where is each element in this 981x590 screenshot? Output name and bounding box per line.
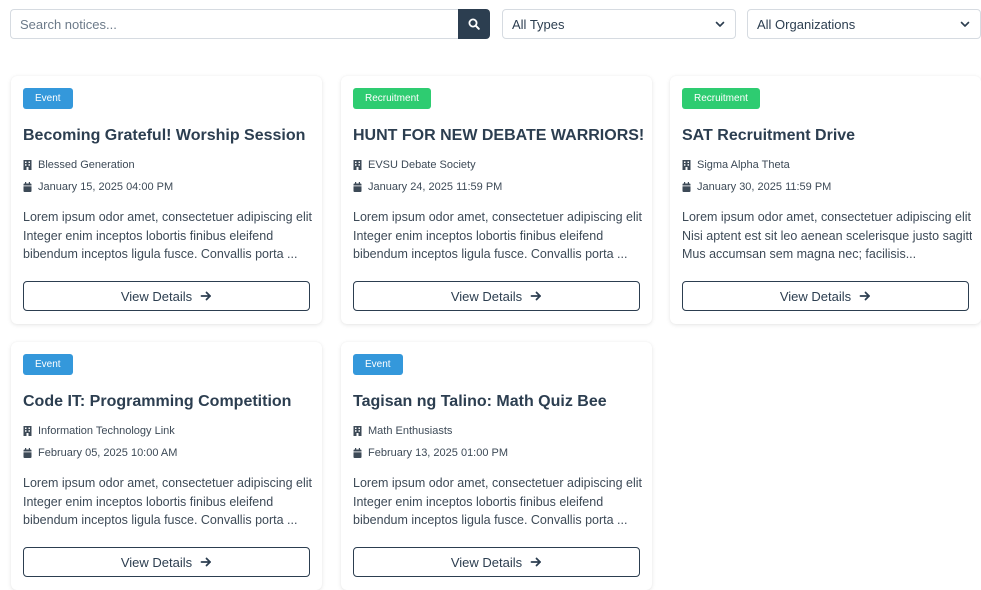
notice-organization-text: Sigma Alpha Theta — [697, 159, 790, 171]
notice-organization: Blessed Generation — [23, 159, 135, 171]
notice-date-text: February 05, 2025 10:00 AM — [38, 447, 178, 459]
notice-description-line: Integer enim inceptos lobortis finibus e… — [23, 228, 274, 243]
organization-filter-value: All Organizations — [757, 16, 856, 32]
notice-card: Recruitment HUNT FOR NEW DEBATE WARRIORS… — [341, 76, 652, 324]
building-icon — [23, 160, 32, 170]
calendar-icon — [353, 448, 362, 458]
notice-description-line: Lorem ipsum odor amet, consectetuer adip… — [23, 476, 313, 490]
building-icon — [23, 426, 32, 436]
notice-description-line: Lorem ipsum odor amet, consectetuer adip… — [23, 210, 313, 224]
notice-date: January 30, 2025 11:59 PM — [682, 181, 831, 193]
arrow-right-icon — [530, 291, 542, 301]
chevron-down-icon — [715, 21, 725, 27]
notice-description-line: Lorem ipsum odor amet, consectetuer adip… — [682, 210, 972, 224]
type-filter-select[interactable]: All Types — [502, 9, 736, 39]
notice-description-line: bibendum inceptos ligula fusce. Convalli… — [23, 513, 298, 527]
search-button[interactable] — [458, 9, 490, 39]
notice-title: Tagisan ng Talino: Math Quiz Bee — [353, 393, 607, 410]
notice-type-badge: Recruitment — [353, 88, 431, 109]
notice-title: HUNT FOR NEW DEBATE WARRIORS! — [353, 127, 644, 144]
view-details-button[interactable]: View Details — [353, 281, 640, 311]
notice-date-text: February 13, 2025 01:00 PM — [368, 447, 509, 459]
search-icon — [468, 18, 480, 30]
arrow-right-icon — [200, 557, 212, 567]
view-details-label: View Details — [450, 288, 523, 304]
notice-description-line: Lorem ipsum odor amet, consectetuer adip… — [353, 210, 643, 224]
notice-organization: Information Technology Link — [23, 425, 175, 437]
view-details-button[interactable]: View Details — [682, 281, 969, 311]
notice-date: February 05, 2025 10:00 AM — [23, 447, 177, 459]
building-icon — [353, 160, 362, 170]
view-details-label: View Details — [120, 554, 193, 570]
calendar-icon — [23, 182, 32, 192]
notice-card: Recruitment SAT Recruitment Drive Sigma … — [670, 76, 981, 324]
notice-date-text: January 30, 2025 11:59 PM — [697, 181, 832, 193]
notice-title: Code IT: Programming Competition — [23, 393, 292, 410]
view-details-label: View Details — [779, 288, 852, 304]
notice-description-line: bibendum inceptos ligula fusce. Convalli… — [23, 247, 298, 261]
view-details-button[interactable]: View Details — [23, 547, 310, 577]
notice-description-line: Integer enim inceptos lobortis finibus e… — [353, 494, 604, 509]
arrow-right-icon — [530, 557, 542, 567]
notice-date: January 24, 2025 11:59 PM — [353, 181, 502, 193]
notice-description: Lorem ipsum odor amet, consectetuer adip… — [682, 208, 972, 264]
notice-description-line: Nisi aptent est sit leo aenean scelerisq… — [682, 228, 972, 243]
arrow-right-icon — [200, 291, 212, 301]
notice-description-line: Lorem ipsum odor amet, consectetuer adip… — [353, 476, 643, 490]
building-icon — [353, 426, 362, 436]
view-details-label: View Details — [450, 554, 523, 570]
notice-description: Lorem ipsum odor amet, consectetuer adip… — [23, 474, 313, 530]
notice-type-badge: Event — [23, 354, 73, 375]
notice-organization-text: Information Technology Link — [38, 425, 175, 437]
notice-description-line: Integer enim inceptos lobortis finibus e… — [353, 228, 604, 243]
view-details-button[interactable]: View Details — [353, 547, 640, 577]
notice-title: SAT Recruitment Drive — [682, 127, 856, 144]
notice-description: Lorem ipsum odor amet, consectetuer adip… — [353, 474, 643, 530]
building-icon — [682, 160, 691, 170]
notice-description-line: bibendum inceptos ligula fusce. Convalli… — [353, 513, 628, 527]
notice-type-badge: Event — [353, 354, 403, 375]
notice-date: January 15, 2025 04:00 PM — [23, 181, 173, 193]
notice-organization-text: Math Enthusiasts — [368, 425, 453, 437]
filter-bar: All Types All Organizations — [10, 9, 981, 39]
notice-date-text: January 24, 2025 11:59 PM — [368, 181, 503, 193]
notice-description: Lorem ipsum odor amet, consectetuer adip… — [353, 208, 643, 264]
calendar-icon — [353, 182, 362, 192]
notice-card: Event Tagisan ng Talino: Math Quiz Bee M… — [341, 342, 652, 590]
notice-organization-text: Blessed Generation — [38, 159, 135, 171]
notice-card: Event Becoming Grateful! Worship Session… — [11, 76, 322, 324]
notice-description: Lorem ipsum odor amet, consectetuer adip… — [23, 208, 313, 264]
calendar-icon — [682, 182, 691, 192]
chevron-down-icon — [960, 21, 970, 27]
notice-type-badge: Event — [23, 88, 73, 109]
notice-date-text: January 15, 2025 04:00 PM — [38, 181, 174, 193]
search-input[interactable] — [10, 9, 458, 39]
notice-organization: Math Enthusiasts — [353, 425, 452, 437]
view-details-button[interactable]: View Details — [23, 281, 310, 311]
search-group — [10, 9, 490, 39]
notice-organization: Sigma Alpha Theta — [682, 159, 790, 171]
notice-title: Becoming Grateful! Worship Session — [23, 127, 306, 144]
arrow-right-icon — [859, 291, 871, 301]
notice-description-line: Mus accumsan sem magna nec; facilisis... — [682, 247, 917, 261]
notice-description-line: Integer enim inceptos lobortis finibus e… — [23, 494, 274, 509]
notice-card: Event Code IT: Programming Competition I… — [11, 342, 322, 590]
calendar-icon — [23, 448, 32, 458]
notice-date: February 13, 2025 01:00 PM — [353, 447, 508, 459]
notice-description-line: bibendum inceptos ligula fusce. Convalli… — [353, 247, 628, 261]
notice-type-badge: Recruitment — [682, 88, 760, 109]
notice-organization-text: EVSU Debate Society — [368, 159, 476, 171]
organization-filter-select[interactable]: All Organizations — [747, 9, 981, 39]
view-details-label: View Details — [120, 288, 193, 304]
type-filter-value: All Types — [512, 16, 565, 32]
notice-organization: EVSU Debate Society — [353, 159, 476, 171]
